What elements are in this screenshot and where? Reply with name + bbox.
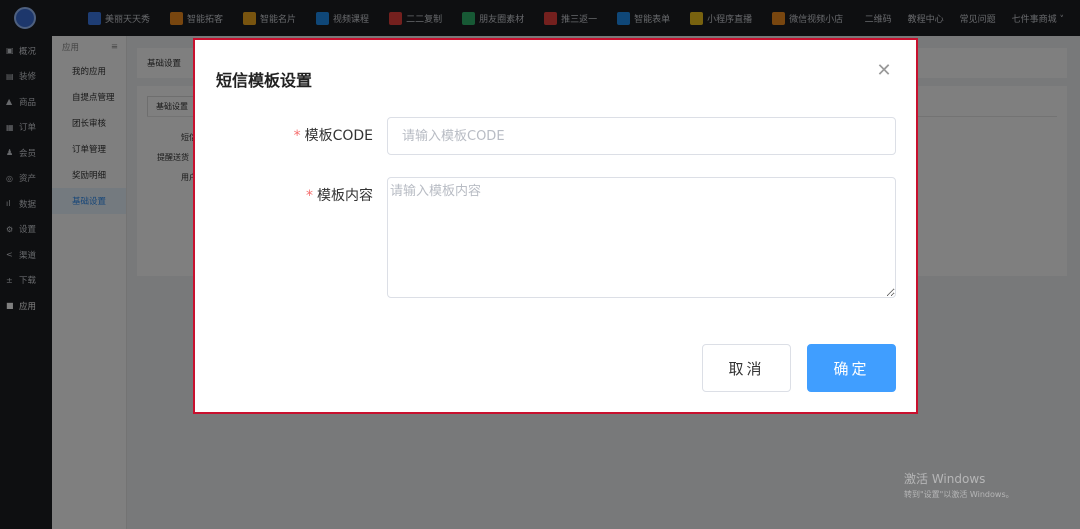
confirm-button[interactable]: 确定 [807, 344, 896, 392]
form-row-content: * 模板内容 [195, 177, 896, 298]
content-label: * 模板内容 [306, 188, 373, 204]
template-code-input[interactable] [387, 117, 896, 155]
watermark-subtitle: 转到"设置"以激活 Windows。 [904, 490, 1014, 499]
required-mark: * [306, 188, 313, 204]
required-mark: * [293, 128, 301, 144]
form-row-code: * 模板CODE [195, 117, 896, 155]
sms-template-dialog: 短信模板设置 ✕ *模板CODE *模板内容 取消 确定 [193, 38, 918, 414]
close-icon[interactable]: ✕ [874, 60, 894, 81]
template-content-textarea[interactable] [387, 177, 896, 298]
dialog-title: 短信模板设置 [216, 71, 313, 90]
windows-activation-watermark: 激活 Windows 转到"设置"以激活 Windows。 [904, 470, 1014, 500]
watermark-title: 激活 Windows [904, 472, 986, 486]
cancel-button[interactable]: 取消 [702, 344, 791, 392]
code-label: * 模板CODE [293, 128, 373, 144]
